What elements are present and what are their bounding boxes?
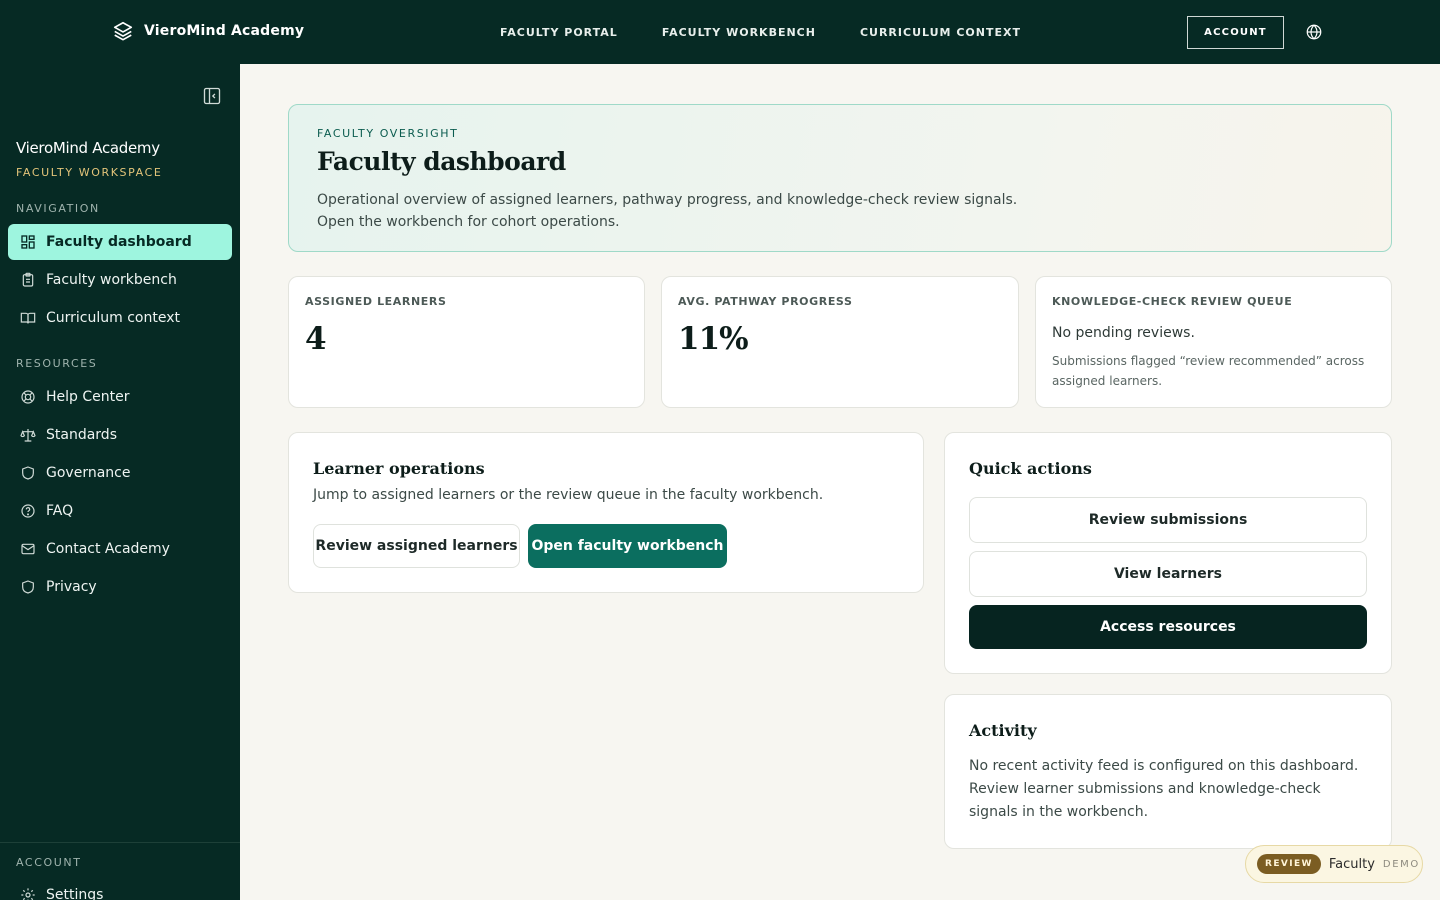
sidebar: VieroMind Academy FACULTY WORKSPACE NAVI… (0, 64, 240, 900)
dashboard-icon (20, 234, 36, 250)
top-nav: FACULTY PORTAL FACULTY WORKBENCH CURRICU… (478, 0, 1043, 64)
sidebar-item-curriculum-context[interactable]: Curriculum context (8, 300, 232, 336)
sidebar-item-faq[interactable]: FAQ (8, 493, 232, 529)
quick-actions-card: Quick actions Review submissions View le… (944, 432, 1392, 674)
gear-icon (20, 887, 36, 900)
hero-eyebrow: FACULTY OVERSIGHT (317, 127, 459, 140)
stat-text: No pending reviews. (1052, 325, 1195, 341)
collapse-sidebar-icon[interactable] (202, 86, 222, 106)
stat-label: KNOWLEDGE-CHECK REVIEW QUEUE (1052, 295, 1293, 308)
review-assigned-learners-button[interactable]: Review assigned learners (313, 524, 520, 568)
topnav-faculty-portal[interactable]: FACULTY PORTAL (478, 26, 640, 39)
brand-name: VieroMind Academy (144, 23, 305, 39)
sidebar-item-contact-academy[interactable]: Contact Academy (8, 531, 232, 567)
sidebar-item-label: Governance (46, 465, 131, 481)
stat-card-pathway-progress: AVG. PATHWAY PROGRESS 11% (661, 276, 1019, 408)
sidebar-item-settings[interactable]: Settings (8, 877, 232, 900)
page-title: Faculty dashboard (317, 147, 566, 176)
sidebar-item-standards[interactable]: Standards (8, 417, 232, 453)
sidebar-item-label: FAQ (46, 503, 74, 519)
book-icon (20, 310, 36, 326)
sidebar-item-privacy[interactable]: Privacy (8, 569, 232, 605)
hero-description: Operational overview of assigned learner… (317, 189, 1117, 233)
account-button[interactable]: ACCOUNT (1187, 16, 1284, 49)
card-title: Activity (969, 721, 1037, 740)
top-bar: VieroMind Academy FACULTY PORTAL FACULTY… (0, 0, 1440, 64)
stat-card-assigned-learners: ASSIGNED LEARNERS 4 (288, 276, 645, 408)
stat-label: AVG. PATHWAY PROGRESS (678, 295, 853, 308)
sidebar-item-governance[interactable]: Governance (8, 455, 232, 491)
view-learners-button[interactable]: View learners (969, 551, 1367, 597)
scale-icon (20, 427, 36, 443)
lifebuoy-icon (20, 389, 36, 405)
mail-icon (20, 541, 36, 557)
stat-value: 4 (305, 321, 327, 357)
role-badge[interactable]: REVIEW Faculty DEMO (1245, 845, 1423, 883)
layers-logo-icon (112, 20, 134, 42)
clipboard-icon (20, 272, 36, 288)
sidebar-heading-navigation: NAVIGATION (16, 202, 100, 215)
hero-description-line: Open the workbench for cohort operations… (317, 214, 620, 230)
sidebar-heading-resources: RESOURCES (16, 357, 98, 370)
sidebar-title: VieroMind Academy (16, 139, 160, 157)
activity-card: Activity No recent activity feed is conf… (944, 694, 1392, 849)
badge-demo: DEMO (1382, 858, 1420, 870)
open-faculty-workbench-button[interactable]: Open faculty workbench (528, 524, 727, 568)
brand[interactable]: VieroMind Academy (112, 20, 304, 42)
review-submissions-button[interactable]: Review submissions (969, 497, 1367, 543)
help-circle-icon (20, 503, 36, 519)
sidebar-item-label: Privacy (46, 579, 97, 595)
sidebar-item-label: Curriculum context (46, 310, 180, 326)
sidebar-item-label: Contact Academy (46, 541, 170, 557)
sidebar-divider (0, 842, 240, 843)
review-pill: REVIEW (1257, 854, 1321, 874)
sidebar-heading-account: ACCOUNT (16, 856, 82, 869)
sidebar-item-faculty-dashboard[interactable]: Faculty dashboard (8, 224, 232, 260)
sidebar-item-label: Settings (46, 887, 104, 900)
shield-icon (20, 579, 36, 595)
sidebar-subtitle: FACULTY WORKSPACE (16, 166, 163, 179)
stat-value: 11% (678, 321, 749, 357)
badge-role: Faculty (1328, 856, 1375, 872)
stat-label: ASSIGNED LEARNERS (305, 295, 447, 308)
hero-panel: FACULTY OVERSIGHT Faculty dashboard Oper… (288, 104, 1392, 252)
sidebar-item-label: Faculty workbench (46, 272, 177, 288)
stat-note: Submissions flagged “review recommended”… (1052, 354, 1365, 388)
hero-description-line: Operational overview of assigned learner… (317, 192, 1018, 208)
sidebar-item-label: Faculty dashboard (46, 234, 192, 250)
shield-icon (20, 465, 36, 481)
topnav-curriculum-context[interactable]: CURRICULUM CONTEXT (838, 26, 1043, 39)
sidebar-item-label: Help Center (46, 389, 130, 405)
sidebar-item-label: Standards (46, 427, 117, 443)
access-resources-button[interactable]: Access resources (969, 605, 1367, 649)
sidebar-item-help-center[interactable]: Help Center (8, 379, 232, 415)
card-title: Quick actions (969, 459, 1092, 478)
activity-text: No recent activity feed is configured on… (969, 758, 1359, 820)
sidebar-item-faculty-workbench[interactable]: Faculty workbench (8, 262, 232, 298)
stat-card-review-queue: KNOWLEDGE-CHECK REVIEW QUEUE No pending … (1035, 276, 1392, 408)
topnav-faculty-workbench[interactable]: FACULTY WORKBENCH (640, 26, 838, 39)
card-description: Jump to assigned learners or the review … (313, 487, 824, 503)
card-title: Learner operations (313, 459, 485, 478)
globe-icon[interactable] (1305, 23, 1323, 41)
learner-operations-card: Learner operations Jump to assigned lear… (288, 432, 924, 593)
